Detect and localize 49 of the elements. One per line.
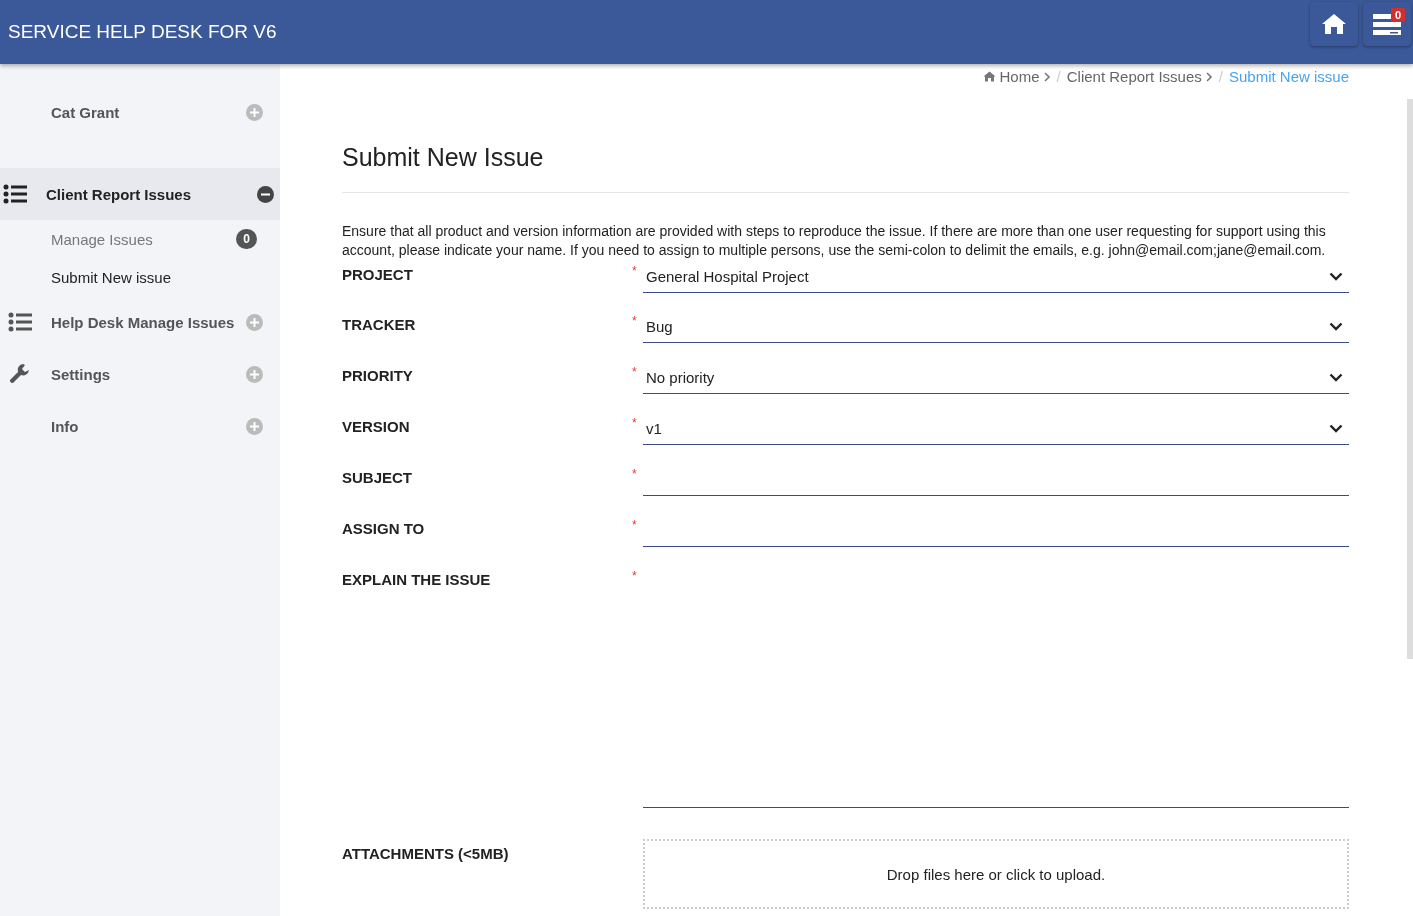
submenu-item[interactable]: Manage Issues 0	[0, 220, 280, 258]
chevron-down-icon	[1329, 271, 1343, 281]
breadcrumb-link[interactable]: Home	[982, 68, 1051, 85]
breadcrumb-separator: /	[1056, 68, 1061, 85]
required-mark: *	[632, 264, 637, 278]
select-field[interactable]: No priority	[643, 361, 1349, 394]
wrench-icon	[8, 363, 30, 385]
field-label: PRIORITY	[342, 366, 414, 384]
required-mark: *	[632, 569, 637, 583]
home-icon	[982, 71, 996, 82]
list-icon	[8, 312, 32, 332]
required-mark: *	[632, 314, 637, 328]
required-mark: *	[632, 518, 637, 532]
sidebar-item[interactable]: Help Desk Manage Issues	[0, 296, 280, 348]
required-mark: *	[632, 365, 637, 379]
upload-dropzone[interactable]: Drop files here or click to upload.	[643, 839, 1349, 909]
home-button[interactable]	[1310, 2, 1358, 46]
sidebar-item[interactable]: Cat Grant	[0, 86, 280, 138]
field-label: VERSION	[342, 417, 411, 435]
select-field[interactable]: Bug	[643, 310, 1349, 343]
instructions-text: Ensure that all product and version information are provided with steps to reproduce the issue. If there are more than one user requesting for support using this account, please indicate your name. If you need to assign to multiple persons, use the semi-colon to delimit the emails, e.g. john@email.com;jane@email.com.	[342, 222, 1327, 260]
breadcrumb-separator: /	[1218, 68, 1223, 85]
list-icon	[3, 184, 27, 204]
field-label: EXPLAIN THE ISSUE	[342, 570, 492, 588]
count-badge: 0	[236, 229, 257, 249]
notification-badge: 0	[1390, 8, 1405, 22]
breadcrumb-link[interactable]: Client Report Issues	[1066, 68, 1213, 85]
field-label: PROJECT	[342, 265, 414, 283]
chevron-down-icon	[1329, 423, 1343, 433]
required-mark: *	[632, 467, 637, 481]
select-field[interactable]: v1	[643, 412, 1349, 445]
required-mark: *	[632, 416, 637, 430]
sidebar-item[interactable]: Client Report Issues	[0, 168, 280, 220]
chevron-down-icon	[1329, 372, 1343, 382]
app-title: SERVICE HELP DESK FOR V6	[7, 21, 277, 43]
field-label: ATTACHMENTS (<5MB)	[342, 844, 510, 862]
submenu-item[interactable]: Submit New issue	[0, 258, 280, 296]
chevron-right-icon	[1205, 71, 1213, 82]
sidebar-item[interactable]: Info	[0, 400, 280, 452]
chevron-down-icon	[1329, 321, 1343, 331]
chevron-right-icon	[1043, 71, 1051, 82]
page-title: Submit New Issue	[342, 143, 1349, 193]
field-label: TRACKER	[342, 315, 417, 333]
field-label: SUBJECT	[342, 468, 413, 486]
tasks-button[interactable]: 0	[1363, 2, 1411, 46]
home-icon	[1321, 13, 1347, 35]
field-label: ASSIGN TO	[342, 519, 426, 537]
sidebar-item[interactable]: Settings	[0, 348, 280, 400]
select-field[interactable]: General Hospital Project	[643, 260, 1349, 293]
